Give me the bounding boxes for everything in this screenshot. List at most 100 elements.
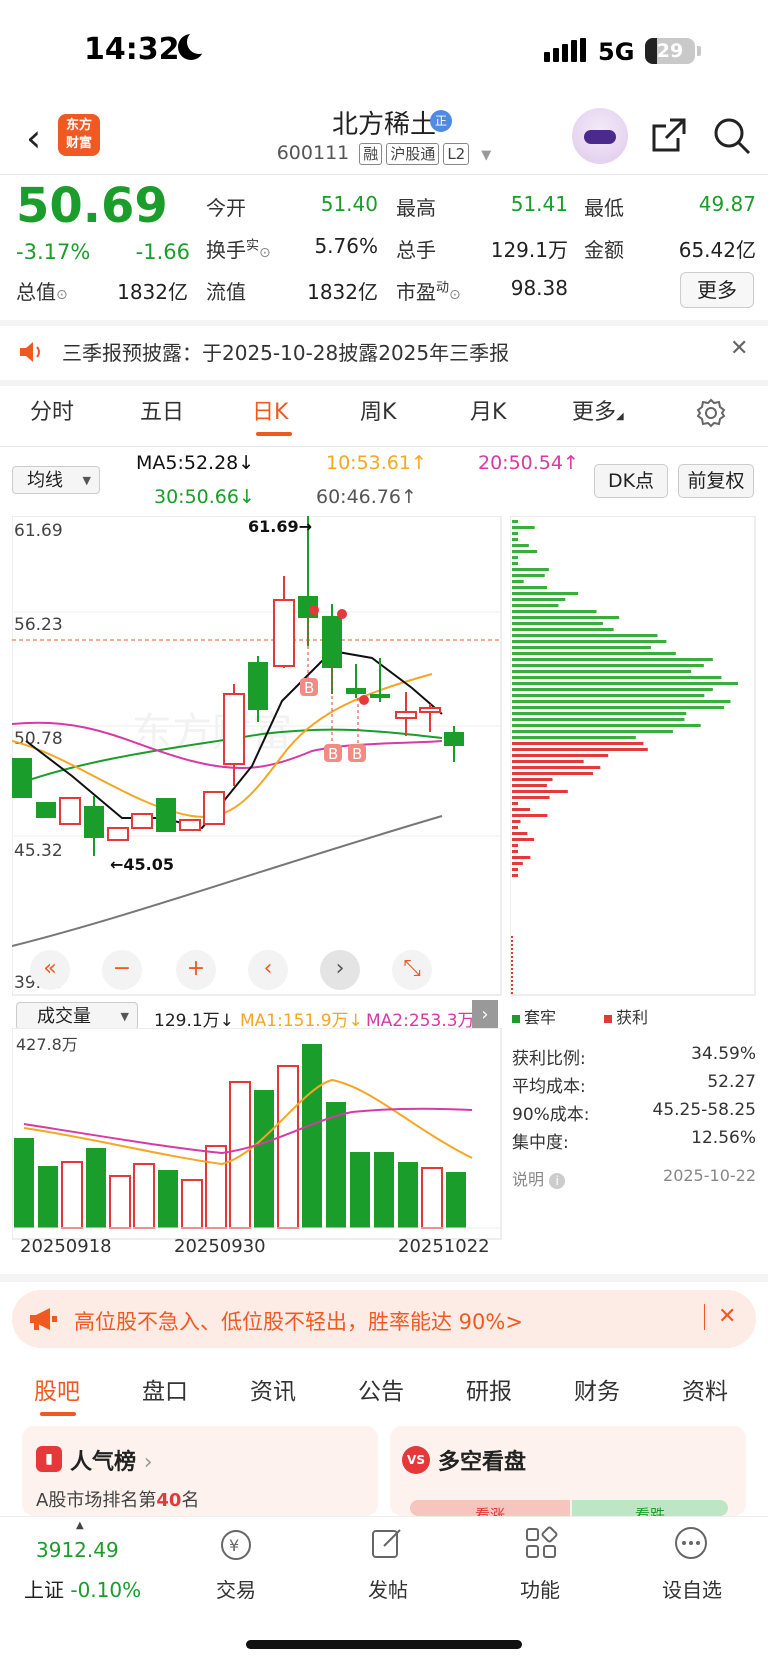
info-icon: ⊙ [56, 287, 68, 303]
turnover-label[interactable]: 换手实⊙ [206, 234, 271, 263]
chip-bar [512, 826, 518, 829]
nav-post[interactable]: 发帖 [338, 1574, 438, 1603]
promo-divider [704, 1304, 705, 1330]
zoom-in-button[interactable]: + [176, 950, 216, 990]
index-value[interactable]: 3912.49 [36, 1538, 119, 1562]
tab-intraday[interactable]: 分时 [30, 394, 74, 426]
volume-chart: 427.8万 [12, 1028, 502, 1240]
network-type: 5G [598, 38, 635, 66]
y-label-2: 56.23 [14, 615, 63, 635]
tab-monthly-k[interactable]: 月K [470, 394, 506, 426]
battery-level: 29 [656, 40, 684, 62]
chip-bar [512, 568, 549, 571]
turnover-label-text: 换手 [206, 238, 246, 262]
chip-bar [512, 556, 518, 559]
speaker-icon [20, 342, 40, 362]
total-mv-value: 1832亿 [117, 280, 188, 304]
tab-daily-k[interactable]: 日K [252, 394, 288, 426]
chip-note-label: 说明 [512, 1170, 545, 1189]
compose-icon[interactable] [370, 1526, 404, 1560]
dk-point-button[interactable]: DK点 [594, 464, 668, 498]
chip-note[interactable]: 说明 i [512, 1166, 566, 1190]
legend-profit: 获利 [604, 1004, 648, 1028]
rewind-button[interactable]: « [30, 950, 70, 990]
chip-bar [512, 742, 644, 745]
expand-arrow-icon[interactable]: › [472, 1000, 498, 1030]
chip-bar [512, 676, 722, 679]
kline-chart[interactable]: 东方财富 61.69 56.23 50.78 45.32 39.86 B B B… [12, 516, 502, 996]
next-button[interactable]: › [320, 950, 360, 990]
apps-icon[interactable] [524, 1526, 558, 1560]
volume-bar [109, 1175, 131, 1229]
ma10-value: 10:53.61↑ [326, 452, 427, 474]
nav-functions[interactable]: 功能 [490, 1574, 590, 1603]
tab-finance[interactable]: 财务 [574, 1372, 620, 1406]
ma30-value: 30:50.66↓ [154, 486, 255, 508]
high-label: 最高 [396, 196, 436, 220]
close-icon[interactable]: ✕ [718, 1304, 736, 1329]
chip-bar [512, 532, 518, 535]
legend-trapped-text: 套牢 [524, 1008, 557, 1027]
nav-trade[interactable]: 交易 [186, 1574, 286, 1603]
chip-bar [512, 586, 547, 589]
status-bar: 14:32 5G 29 [0, 0, 768, 100]
section-gap [0, 320, 768, 326]
index-name: 上证 [24, 1578, 64, 1602]
total-mv-label[interactable]: 总值⊙ [16, 276, 68, 305]
tab-pankou[interactable]: 盘口 [142, 1372, 188, 1406]
caret-up-icon: ▲ [76, 1520, 84, 1531]
fullscreen-button[interactable]: ⤡ [392, 950, 432, 990]
more-button[interactable]: 更多 [680, 272, 754, 308]
total-mv-label-text: 总值 [16, 280, 56, 304]
pe-value: 98.38 [510, 276, 568, 300]
chip-bar [512, 760, 584, 763]
share-icon[interactable] [650, 116, 688, 154]
tab-profile[interactable]: 资料 [682, 1372, 728, 1406]
volume-indicator-select[interactable]: 成交量 ▼ [16, 1002, 138, 1030]
chip-bar [512, 670, 692, 673]
robot-assistant-icon[interactable] [572, 108, 628, 164]
volume-y-top: 427.8万 [16, 1035, 78, 1054]
triangle-icon: ◢ [616, 411, 624, 422]
stock-name-text: 北方稀土 [331, 110, 436, 140]
tab-five-day[interactable]: 五日 [140, 394, 184, 426]
zoom-out-button[interactable]: − [102, 950, 142, 990]
tab-announcements[interactable]: 公告 [358, 1372, 404, 1406]
forward-adjust-button[interactable]: 前复权 [678, 464, 754, 498]
zheng-badge: 正 [430, 110, 452, 132]
active-tab-indicator [40, 1412, 76, 1416]
chip-note-date: 2025-10-22 [663, 1166, 756, 1185]
high-value: 51.41 [510, 192, 568, 216]
moon-icon [178, 30, 211, 60]
signal-icon [544, 38, 589, 62]
tab-more[interactable]: 更多◢ [572, 394, 624, 426]
notice-text[interactable]: 三季报预披露：于2025-10-28披露2025年三季报 [62, 337, 509, 366]
chip-bar [512, 544, 529, 547]
chip-bar [512, 616, 620, 619]
tab-news[interactable]: 资讯 [250, 1372, 296, 1406]
y-label-4: 45.32 [14, 841, 63, 861]
tag-l2: L2 [443, 143, 470, 165]
volume-value: 129.1万 [490, 238, 568, 262]
more-dots-icon[interactable] [674, 1526, 708, 1560]
volume-bar [446, 1172, 466, 1228]
close-icon[interactable]: ✕ [730, 336, 748, 361]
trade-icon[interactable]: ¥ [218, 1528, 254, 1562]
buy-marker: B [352, 745, 362, 763]
index-quote[interactable]: 上证 -0.10% [24, 1574, 141, 1603]
volume-bar [326, 1102, 346, 1228]
bearish-button[interactable]: 看跌 [572, 1500, 728, 1516]
pe-label[interactable]: 市盈动⊙ [396, 276, 461, 305]
tag-margin: 融 [359, 143, 383, 165]
ma20-value: 20:50.54↑ [478, 452, 579, 474]
tab-weekly-k[interactable]: 周K [360, 394, 396, 426]
nav-watchlist[interactable]: 设自选 [642, 1574, 742, 1603]
settings-gear-icon[interactable] [696, 398, 726, 428]
tab-guba[interactable]: 股吧 [34, 1372, 80, 1406]
prev-button[interactable]: ‹ [248, 950, 288, 990]
search-icon[interactable] [712, 116, 752, 156]
promo-text[interactable]: 高位股不急入、低位股不轻出，胜率能达 90%> [74, 1306, 523, 1336]
bullish-button[interactable]: 看涨 [410, 1500, 570, 1516]
tab-research[interactable]: 研报 [466, 1372, 512, 1406]
indicator-select[interactable]: 均线 ▼ [12, 466, 100, 494]
